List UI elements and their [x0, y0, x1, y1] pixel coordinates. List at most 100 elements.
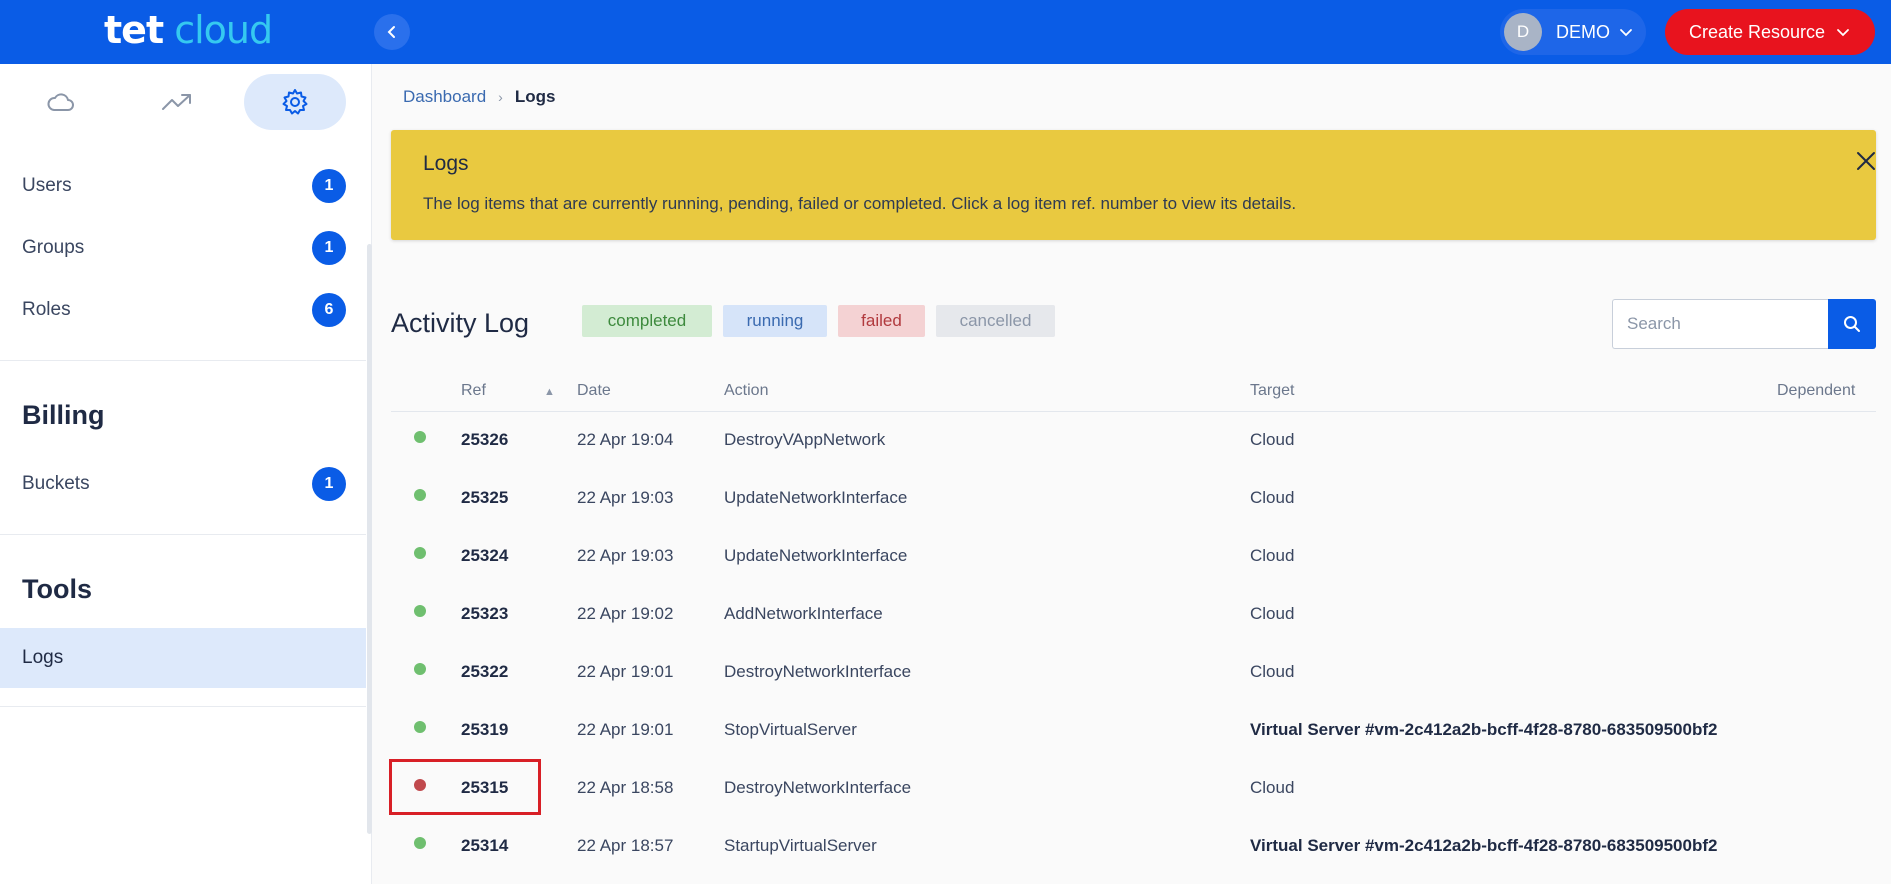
table-row[interactable]: 25323 22 Apr 19:02 AddNetworkInterface C…	[391, 586, 1876, 644]
log-target: Cloud	[1250, 604, 1295, 623]
log-action: DestroyNetworkInterface	[724, 662, 912, 681]
trending-up-icon	[162, 94, 191, 110]
tab-settings[interactable]	[244, 74, 346, 130]
sort-ascending-icon[interactable]: ▲	[544, 386, 555, 398]
log-action: UpdateNetworkInterface	[724, 488, 908, 507]
log-date: 22 Apr 19:01	[577, 720, 674, 739]
log-action: DestroyNetworkInterface	[724, 778, 912, 797]
avatar: D	[1504, 13, 1542, 51]
breadcrumb-current: Logs	[514, 87, 556, 106]
collapse-sidebar-button[interactable]	[374, 14, 410, 50]
status-dot-completed	[414, 431, 426, 443]
sidebar: Users 1 Groups 1 Roles 6 Billing Buckets…	[0, 64, 372, 884]
status-dot-completed	[414, 489, 426, 501]
log-action: StopVirtualServer	[724, 720, 857, 739]
log-ref-link[interactable]: 25323	[461, 604, 508, 624]
status-dot-completed	[414, 837, 426, 849]
log-target: Cloud	[1250, 546, 1295, 565]
banner-close-button[interactable]	[1851, 146, 1881, 176]
count-badge: 1	[312, 467, 346, 501]
breadcrumb-dashboard-link[interactable]: Dashboard	[403, 87, 486, 107]
status-dot-completed	[414, 605, 426, 617]
filter-failed[interactable]: failed	[838, 305, 925, 337]
log-target-link[interactable]: Virtual Server #vm-2c412a2b-bcff-4f28-87…	[1250, 836, 1717, 856]
table-row[interactable]: 25326 22 Apr 19:04 DestroyVAppNetwork Cl…	[391, 412, 1876, 470]
create-resource-button[interactable]: Create Resource	[1665, 9, 1875, 55]
divider	[0, 706, 366, 707]
sidebar-item-label: Groups	[22, 237, 85, 258]
tab-analytics[interactable]	[126, 74, 228, 130]
status-dot-completed	[414, 721, 426, 733]
tet-cloud-logo[interactable]: tet cloud	[104, 8, 273, 52]
log-date: 22 Apr 19:04	[577, 430, 674, 449]
chevron-right-icon: ›	[498, 89, 503, 105]
log-date: 22 Apr 18:57	[577, 836, 674, 855]
divider	[0, 534, 366, 535]
table-row[interactable]: 25319 22 Apr 19:01 StopVirtualServer Vir…	[391, 702, 1876, 760]
log-date: 22 Apr 19:03	[577, 488, 674, 507]
count-badge: 1	[312, 231, 346, 265]
log-target: Cloud	[1250, 488, 1295, 507]
log-date: 22 Apr 19:01	[577, 662, 674, 681]
filter-completed[interactable]: completed	[582, 305, 712, 337]
sidebar-scrollbar[interactable]	[367, 244, 372, 834]
chevron-down-icon	[1837, 29, 1849, 37]
status-dot-completed	[414, 547, 426, 559]
log-date: 22 Apr 19:03	[577, 546, 674, 565]
sidebar-item-label: Users	[22, 175, 72, 196]
search-input[interactable]	[1612, 299, 1828, 349]
log-action: AddNetworkInterface	[724, 604, 883, 623]
banner-title: Logs	[423, 152, 469, 175]
column-header-dependent[interactable]: Dependent	[1777, 382, 1855, 400]
close-icon	[1857, 152, 1875, 170]
log-action: UpdateNetworkInterface	[724, 546, 908, 565]
sidebar-item-label: Buckets	[22, 473, 90, 494]
log-ref-link[interactable]: 25325	[461, 488, 508, 508]
table-row[interactable]: 25315 22 Apr 18:58 DestroyNetworkInterfa…	[391, 760, 1876, 818]
count-badge: 6	[312, 293, 346, 327]
sidebar-item-groups[interactable]: Groups 1	[0, 218, 366, 278]
column-header-action[interactable]: Action	[724, 382, 768, 400]
table-row[interactable]: 25325 22 Apr 19:03 UpdateNetworkInterfac…	[391, 470, 1876, 528]
log-date: 22 Apr 19:02	[577, 604, 674, 623]
filter-running[interactable]: running	[723, 305, 827, 337]
info-banner: Logs The log items that are currently ru…	[391, 130, 1876, 240]
log-target-link[interactable]: Virtual Server #vm-2c412a2b-bcff-4f28-87…	[1250, 720, 1717, 740]
logo-cloud-text: cloud	[174, 8, 273, 52]
highlight-box	[389, 759, 541, 815]
log-target: Cloud	[1250, 778, 1295, 797]
gear-icon	[282, 89, 308, 115]
log-action: StartupVirtualServer	[724, 836, 877, 855]
sidebar-item-buckets[interactable]: Buckets 1	[0, 454, 366, 514]
tab-cloud[interactable]	[10, 74, 112, 130]
activity-log-title: Activity Log	[391, 308, 530, 338]
log-ref-link[interactable]: 25314	[461, 836, 508, 856]
log-action: DestroyVAppNetwork	[724, 430, 886, 449]
tools-heading: Tools	[22, 574, 92, 604]
top-bar: tet cloud D DEMO Create Resource	[0, 0, 1891, 64]
column-header-target[interactable]: Target	[1250, 382, 1294, 400]
sidebar-item-users[interactable]: Users 1	[0, 156, 366, 216]
search-button[interactable]	[1828, 299, 1876, 349]
log-ref-link[interactable]: 25324	[461, 546, 508, 566]
user-menu-button[interactable]: D DEMO	[1500, 9, 1646, 55]
breadcrumb: Dashboard › Logs	[403, 87, 555, 107]
sidebar-tabs	[0, 64, 371, 140]
table-row[interactable]: 25314 22 Apr 18:57 StartupVirtualServer …	[391, 818, 1876, 876]
status-dot-completed	[414, 663, 426, 675]
log-ref-link[interactable]: 25319	[461, 720, 508, 740]
sidebar-item-logs[interactable]: Logs	[0, 628, 366, 688]
user-name: DEMO	[1556, 21, 1610, 42]
log-ref-link[interactable]: 25322	[461, 662, 508, 682]
cloud-icon	[47, 93, 74, 111]
logo-tet-text: tet	[104, 8, 164, 52]
column-header-date[interactable]: Date	[577, 382, 611, 400]
create-resource-label: Create Resource	[1688, 21, 1826, 42]
table-row[interactable]: 25324 22 Apr 19:03 UpdateNetworkInterfac…	[391, 528, 1876, 586]
sidebar-item-roles[interactable]: Roles 6	[0, 280, 366, 340]
filter-cancelled[interactable]: cancelled	[936, 305, 1055, 337]
chevron-down-icon	[1620, 29, 1632, 37]
table-row[interactable]: 25322 22 Apr 19:01 DestroyNetworkInterfa…	[391, 644, 1876, 702]
log-ref-link[interactable]: 25326	[461, 430, 508, 450]
column-header-ref[interactable]: Ref	[461, 382, 486, 400]
